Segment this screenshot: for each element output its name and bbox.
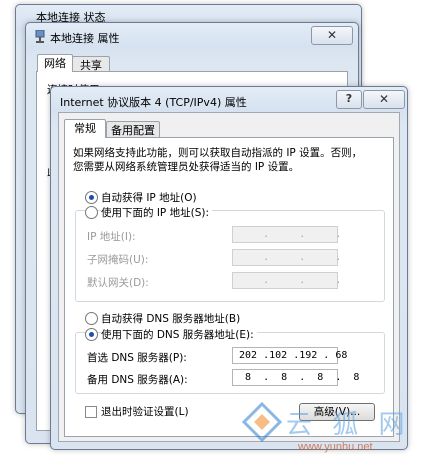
alternate-dns-label: 备用 DNS 服务器(A): bbox=[87, 374, 188, 386]
help-button[interactable]: ? bbox=[336, 90, 362, 109]
alternate-dns-field[interactable]: 8 . 8 . 8 . 8 bbox=[232, 369, 359, 386]
preferred-dns-label: 首选 DNS 服务器(P): bbox=[87, 352, 187, 364]
preferred-dns-field[interactable]: 202 .102 .192 . 68 bbox=[232, 347, 347, 364]
obtain-dns-auto-label[interactable]: 自动获得 DNS 服务器地址(B) bbox=[101, 311, 240, 326]
obtain-dns-auto-radio[interactable] bbox=[85, 312, 98, 325]
ipv4-properties-dialog: Internet 协议版本 4 (TCP/IPv4) 属性 ? ✕ 常规 备用配… bbox=[50, 86, 408, 450]
description-line-2: 您需要从网络系统管理员处获得适当的 IP 设置。 bbox=[73, 161, 300, 173]
dialog-close-button[interactable]: ✕ bbox=[363, 90, 405, 109]
use-following-dns-label[interactable]: 使用下面的 DNS 服务器地址(E): bbox=[101, 327, 257, 342]
use-following-ip-label[interactable]: 使用下面的 IP 地址(S): bbox=[101, 205, 212, 220]
general-tab-page: 如果网络支持此功能，则可以获取自动指派的 IP 设置。否则， 您需要从网络系统管… bbox=[64, 137, 394, 437]
watermark-url: www.yunhu.net bbox=[298, 441, 373, 453]
properties-window-title: 本地连接 属性 bbox=[50, 32, 120, 45]
use-following-dns-radio[interactable] bbox=[85, 328, 98, 341]
ipv4-dialog-title: Internet 协议版本 4 (TCP/IPv4) 属性 bbox=[60, 96, 247, 109]
validate-on-exit-checkbox[interactable] bbox=[85, 406, 97, 418]
svg-text:云 狐 网: 云 狐 网 bbox=[286, 410, 411, 440]
description-line-1: 如果网络支持此功能，则可以获取自动指派的 IP 设置。否则， bbox=[73, 147, 363, 159]
tab-general[interactable]: 常规 bbox=[64, 119, 106, 138]
tab-sharing[interactable]: 共享 bbox=[72, 56, 110, 72]
obtain-ip-auto-radio[interactable] bbox=[85, 191, 98, 204]
properties-close-button[interactable]: ✕ bbox=[311, 26, 353, 45]
use-following-ip-radio[interactable] bbox=[85, 206, 98, 219]
obtain-ip-auto-label[interactable]: 自动获得 IP 地址(O) bbox=[101, 190, 197, 205]
subnet-mask-label: 子网掩码(U): bbox=[87, 254, 149, 266]
validate-on-exit-label[interactable]: 退出时验证设置(L) bbox=[101, 404, 189, 419]
tab-alternate-configuration[interactable]: 备用配置 bbox=[106, 121, 160, 138]
subnet-mask-field[interactable]: . . . bbox=[232, 249, 341, 266]
default-gateway-label: 默认网关(D): bbox=[87, 277, 149, 289]
tab-network[interactable]: 网络 bbox=[37, 54, 73, 72]
dialog-body: 常规 备用配置 如果网络支持此功能，则可以获取自动指派的 IP 设置。否则， 您… bbox=[58, 112, 400, 442]
ip-address-field[interactable]: . . . bbox=[232, 226, 341, 243]
network-adapter-icon bbox=[35, 30, 45, 43]
default-gateway-field[interactable]: . . . bbox=[232, 272, 341, 289]
ip-address-label: IP 地址(I): bbox=[87, 231, 136, 243]
